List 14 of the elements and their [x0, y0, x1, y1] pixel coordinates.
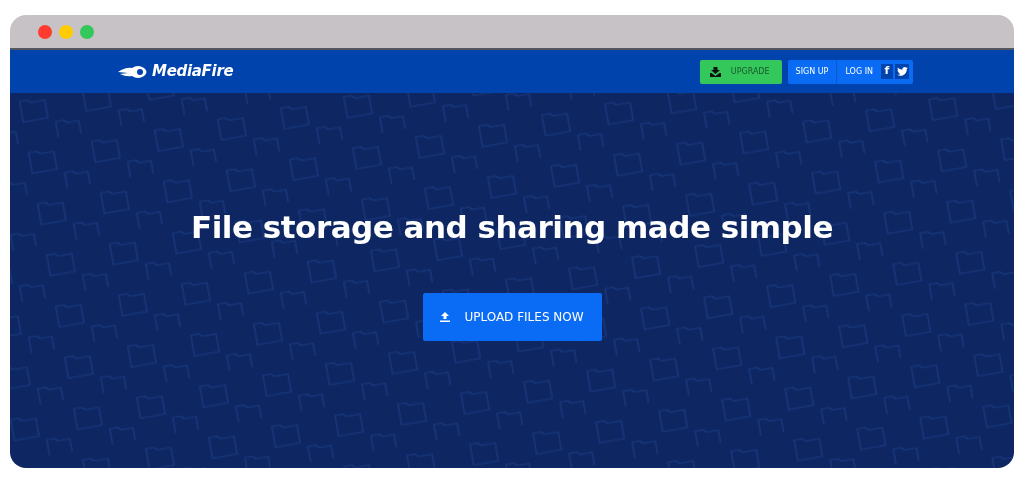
account-link[interactable]: SIGN UP	[787, 59, 837, 84]
upload-button[interactable]: UPLOAD FILES NOW	[422, 292, 602, 341]
close-window-button[interactable]	[38, 24, 52, 39]
upload-icon	[440, 311, 451, 322]
account-link[interactable]: LOG IN	[837, 59, 881, 84]
hero-heading: File storage and sharing made simple	[191, 208, 833, 247]
zoom-window-button[interactable]	[80, 24, 94, 39]
download-icon	[709, 66, 721, 77]
upgrade-button[interactable]: UPGRADE	[699, 59, 782, 84]
logo-flame-icon	[118, 64, 148, 79]
bird-icon[interactable]	[895, 64, 909, 79]
facebook-button[interactable]: f	[881, 64, 893, 79]
minimize-window-button[interactable]	[59, 24, 73, 39]
logo-text: MediaFire	[152, 61, 234, 83]
